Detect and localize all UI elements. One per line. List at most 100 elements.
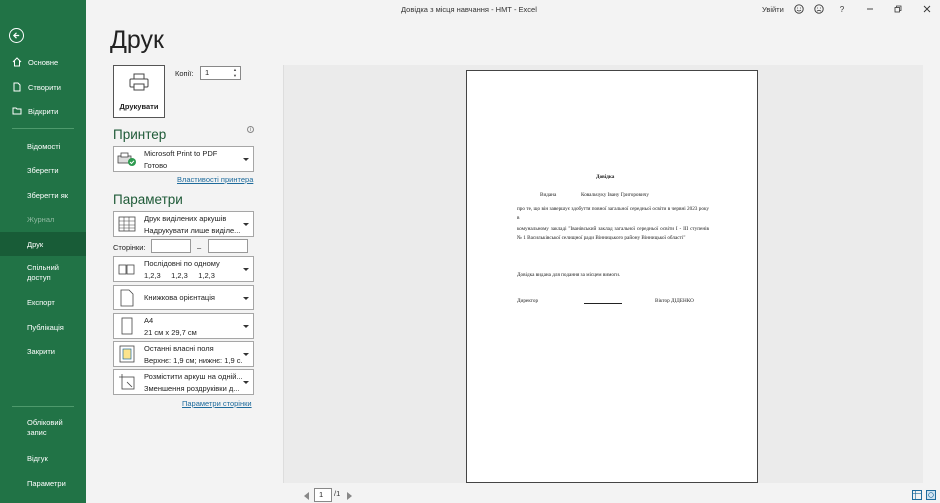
sidebar-item-label: Публікація xyxy=(27,322,64,332)
home-icon xyxy=(12,57,22,67)
paper-size-dropdown[interactable]: A4 21 см x 29,7 см xyxy=(113,313,254,339)
info-icon[interactable]: i xyxy=(247,126,254,133)
sidebar-item-history: Журнал xyxy=(0,207,86,231)
minimize-icon[interactable] xyxy=(865,4,875,14)
setting-line1: A4 xyxy=(144,316,154,325)
sidebar-item-publish[interactable]: Публікація xyxy=(0,315,86,339)
chevron-down-icon xyxy=(243,158,249,161)
sidebar-item-label: Обліковий запис xyxy=(27,418,63,437)
current-page: 1 xyxy=(319,490,324,499)
copies-value: 1 xyxy=(205,68,210,77)
print-button[interactable]: Друкувати xyxy=(113,65,165,118)
previous-page-icon[interactable] xyxy=(304,492,309,500)
sidebar-item-label: Зберегти як xyxy=(27,190,69,200)
spin-up-icon[interactable]: ▲ xyxy=(232,67,238,72)
setting-line1: Книжкова орієнтація xyxy=(144,293,215,302)
sidebar-item-print[interactable]: Друк xyxy=(0,232,86,256)
pages-from-input[interactable] xyxy=(151,239,191,253)
doc-paragraph-2: комунальному закладі "Іванівський заклад… xyxy=(517,226,709,241)
chevron-down-icon xyxy=(243,268,249,271)
printer-ready-icon xyxy=(117,150,137,168)
copies-input[interactable]: 1 ▲ ▼ xyxy=(200,66,241,80)
sidebar-item-open[interactable]: Відкрити xyxy=(0,99,86,123)
signin-link[interactable]: Увійти xyxy=(762,5,784,14)
doc-director-name: Віктор ДІДЕНКО xyxy=(655,298,694,304)
printer-properties-link[interactable]: Властивості принтера xyxy=(177,175,253,184)
sidebar-item-close[interactable]: Закрити xyxy=(0,339,86,363)
sidebar-item-save-as[interactable]: Зберегти як xyxy=(0,183,86,207)
window-title: Довідка з місця навчання - НМТ - Excel xyxy=(401,5,537,14)
sidebar-item-label: Відомості xyxy=(27,141,61,151)
copies-label: Копії: xyxy=(175,69,194,78)
chevron-down-icon xyxy=(243,353,249,356)
settings-heading: Параметри xyxy=(113,192,183,207)
smile-icon[interactable] xyxy=(794,4,804,14)
new-file-icon xyxy=(12,82,22,92)
collated-icon xyxy=(117,260,137,278)
doc-director-label: Директор xyxy=(517,298,539,304)
setting-line2: Надрукувати лише виділе... xyxy=(144,226,241,235)
doc-issued-label: Видана xyxy=(540,192,557,198)
sidebar-item-label: Створити xyxy=(28,82,61,92)
sidebar-item-label: Основне xyxy=(28,57,59,67)
setting-line1: Друк виділених аркушів xyxy=(144,214,227,223)
sheet-grid-icon xyxy=(117,215,137,233)
chevron-down-icon xyxy=(243,381,249,384)
preview-page: Довідка Видана Ковальчуку Івану Григоров… xyxy=(466,70,758,483)
signature-line xyxy=(584,303,622,304)
print-what-dropdown[interactable]: Друк виділених аркушів Надрукувати лише … xyxy=(113,211,254,237)
doc-paragraph-1: про те, що він завершує здобуття повної … xyxy=(517,206,709,221)
pages-label: Сторінки: xyxy=(113,243,146,252)
sidebar-item-label: Експорт xyxy=(27,297,55,307)
page-title: Друк xyxy=(110,26,164,54)
close-icon[interactable] xyxy=(922,4,932,14)
sidebar-item-label: Зберегти xyxy=(27,165,59,175)
doc-paragraph-3: Довідка видана для подання за місцем вим… xyxy=(517,272,621,278)
print-button-label: Друкувати xyxy=(119,101,159,111)
page-number-input[interactable]: 1 xyxy=(314,488,332,502)
printer-icon xyxy=(129,73,149,96)
sidebar-item-account[interactable]: Обліковий запис xyxy=(0,413,86,443)
total-pages: /1 xyxy=(334,489,341,498)
help-icon[interactable]: ? xyxy=(837,4,847,14)
doc-title: Довідка xyxy=(596,174,615,180)
sidebar-item-label: Журнал xyxy=(27,214,55,224)
sidebar-divider xyxy=(12,128,74,129)
portrait-page-icon xyxy=(117,289,137,307)
sidebar-item-label: Відгук xyxy=(27,453,48,463)
sidebar-divider xyxy=(12,406,74,407)
scaling-dropdown[interactable]: Розмістити аркуш на одній... Зменшення р… xyxy=(113,369,254,395)
zoom-to-page-icon[interactable] xyxy=(926,490,936,500)
sidebar-item-home[interactable]: Основне xyxy=(0,50,86,74)
restore-icon[interactable] xyxy=(893,4,903,14)
sidebar-item-new[interactable]: Створити xyxy=(0,75,86,99)
chevron-down-icon xyxy=(243,296,249,300)
spin-down-icon[interactable]: ▼ xyxy=(232,73,238,78)
show-margins-icon[interactable] xyxy=(912,490,922,500)
printer-heading: Принтер xyxy=(113,127,167,142)
printer-dropdown[interactable]: Microsoft Print to PDF Готово xyxy=(113,146,254,172)
title-bar: Довідка з місця навчання - НМТ - Excel У… xyxy=(86,0,940,18)
sidebar-item-label: Друк xyxy=(27,239,44,249)
chevron-down-icon xyxy=(243,325,249,328)
fit-to-page-icon xyxy=(117,373,137,391)
margins-dropdown[interactable]: Останні власні поля Верхнє: 1,9 см; нижн… xyxy=(113,341,254,367)
setting-line2: Зменшення роздруківки д... xyxy=(144,384,240,393)
pages-to-input[interactable] xyxy=(208,239,248,253)
sidebar-item-share[interactable]: Спільний доступ xyxy=(0,258,86,288)
orientation-dropdown[interactable]: Книжкова орієнтація xyxy=(113,285,254,310)
sidebar-item-label: Закрити xyxy=(27,346,55,356)
next-page-icon[interactable] xyxy=(347,492,352,500)
page-setup-link[interactable]: Параметри сторінки xyxy=(182,399,252,408)
setting-line2: Верхнє: 1,9 см; нижнє: 1,9 с... xyxy=(144,356,242,365)
frown-icon[interactable] xyxy=(814,4,824,14)
sidebar-item-info[interactable]: Відомості xyxy=(0,134,86,158)
sidebar-item-feedback[interactable]: Відгук xyxy=(0,446,86,470)
printer-name: Microsoft Print to PDF xyxy=(144,149,218,158)
collate-dropdown[interactable]: Послідовні по одному 1,2,3 1,2,3 1,2,3 xyxy=(113,256,254,282)
sidebar-item-options[interactable]: Параметри xyxy=(0,471,86,495)
sidebar-item-label: Відкрити xyxy=(28,106,59,116)
back-arrow-icon[interactable] xyxy=(9,28,24,43)
sidebar-item-save[interactable]: Зберегти xyxy=(0,158,86,182)
sidebar-item-export[interactable]: Експорт xyxy=(0,290,86,314)
